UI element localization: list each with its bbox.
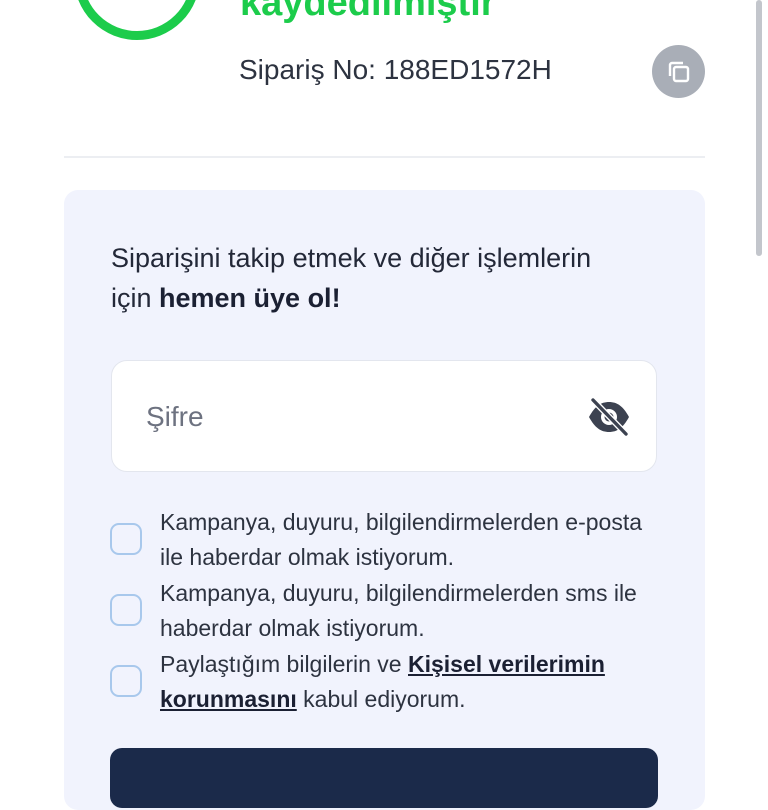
- signup-prompt-emphasis: hemen üye ol!: [159, 283, 341, 313]
- copy-order-number-button[interactable]: [652, 45, 705, 98]
- password-visibility-toggle[interactable]: [586, 396, 632, 438]
- consent-privacy-text-after: kabul ediyorum.: [296, 686, 466, 712]
- check-circle-icon: [74, 0, 200, 40]
- signup-prompt: Siparişini takip etmek ve diğer işlemler…: [111, 238, 631, 318]
- eye-off-icon: [589, 397, 629, 437]
- copy-icon: [668, 61, 690, 83]
- order-number: Sipariş No: 188ED1572H: [239, 54, 552, 85]
- success-title: kaydedilmiştir: [240, 0, 496, 24]
- password-field: [111, 360, 657, 472]
- page-scrollbar[interactable]: [756, 0, 762, 256]
- divider: [64, 156, 705, 158]
- consent-sms-checkbox[interactable]: [110, 594, 142, 626]
- consent-privacy-checkbox[interactable]: [110, 665, 142, 697]
- consent-email-label: Kampanya, duyuru, bilgilendirmelerden e-…: [160, 509, 643, 570]
- signup-submit-button[interactable]: [110, 748, 658, 808]
- consent-privacy-text-before: Paylaştığım bilgilerin ve: [160, 651, 408, 677]
- consent-email-checkbox[interactable]: [110, 523, 142, 555]
- consent-sms-label: Kampanya, duyuru, bilgilendirmelerden sm…: [160, 580, 637, 641]
- consent-privacy-label: Paylaştığım bilgilerin ve Kişisel verile…: [160, 647, 660, 717]
- password-input[interactable]: [144, 391, 578, 443]
